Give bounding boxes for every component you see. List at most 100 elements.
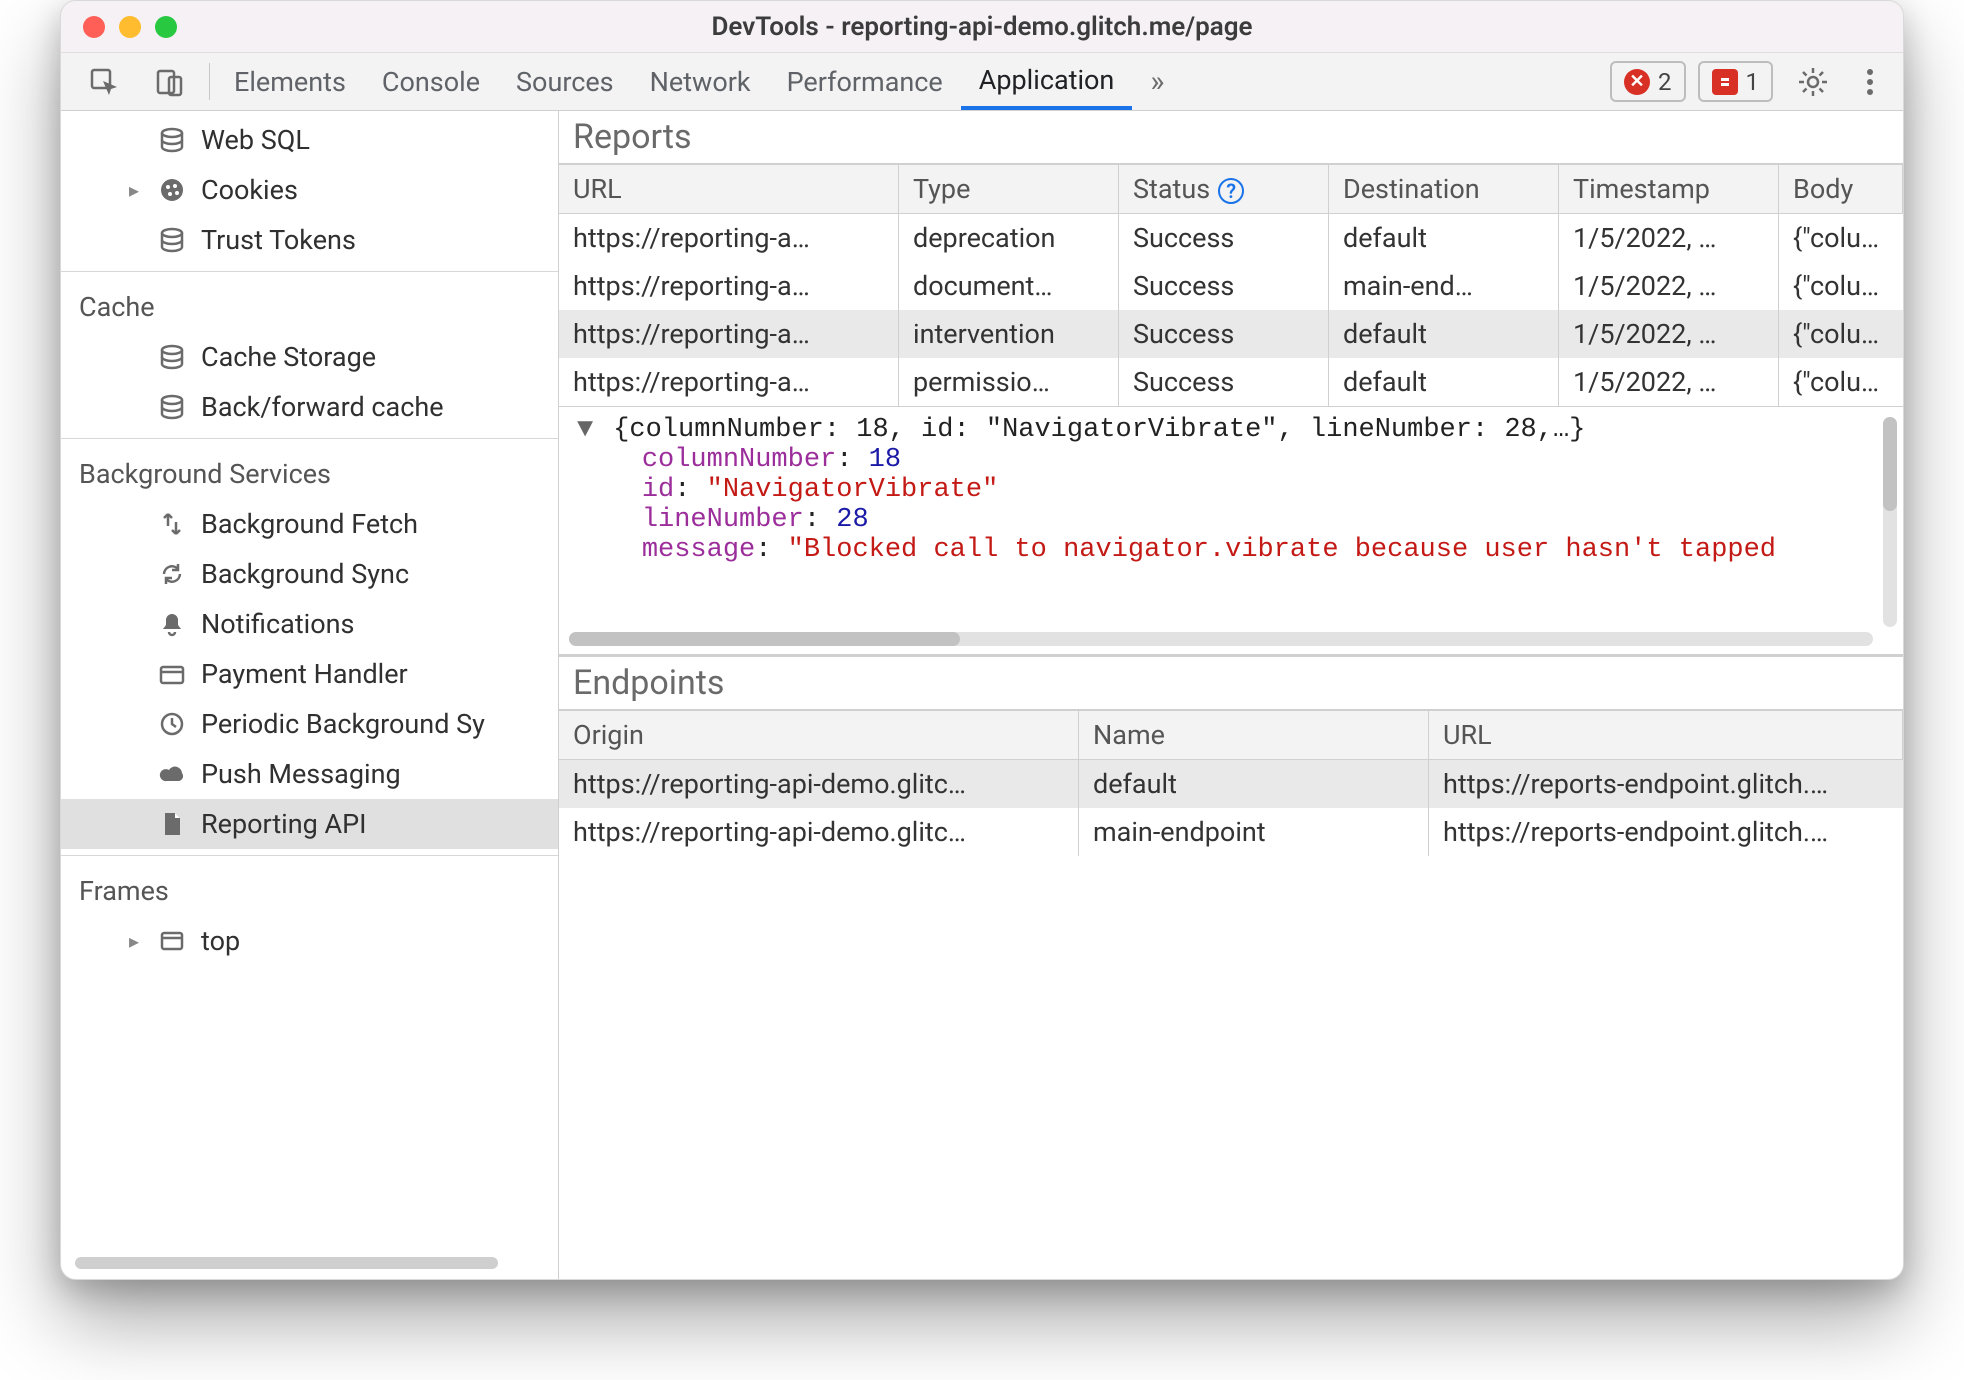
reports-cell-ts: 1/5/2022, … xyxy=(1559,310,1779,358)
endpoints-panel: Endpoints OriginNameURL https://reporting… xyxy=(559,656,1903,1279)
sidebar-item-trust-tokens[interactable]: Trust Tokens xyxy=(61,215,558,265)
preview-val: 28 xyxy=(836,505,868,535)
endpoints-cell-origin: https://reporting-api-demo.glitc… xyxy=(559,760,1079,808)
reports-cell-url: https://reporting-a… xyxy=(559,358,899,406)
help-icon[interactable]: ? xyxy=(1218,178,1244,204)
tab-performance[interactable]: Performance xyxy=(769,53,961,110)
sidebar-section: Frames xyxy=(61,866,558,916)
reports-cell-status: Success xyxy=(1119,214,1329,262)
sync-icon xyxy=(157,560,187,588)
tab-sources[interactable]: Sources xyxy=(498,53,632,110)
reports-cell-dest: main-end… xyxy=(1329,262,1559,310)
kebab-menu-icon[interactable] xyxy=(1847,53,1893,110)
reports-cell-ts: 1/5/2022, … xyxy=(1559,358,1779,406)
inspect-element-icon[interactable] xyxy=(71,53,137,110)
endpoints-col-header[interactable]: Name xyxy=(1079,710,1429,760)
endpoints-cell-name: default xyxy=(1079,760,1429,808)
preview-key: message xyxy=(642,535,755,565)
reports-cell-type: permissio… xyxy=(899,358,1119,406)
reports-cell-ts: 1/5/2022, … xyxy=(1559,262,1779,310)
sidebar-item-cache-storage[interactable]: Cache Storage xyxy=(61,332,558,382)
sidebar-item-push-messaging[interactable]: Push Messaging xyxy=(61,749,558,799)
bell-icon xyxy=(157,610,187,638)
endpoints-title: Endpoints xyxy=(559,656,1903,710)
application-sidebar: Web SQL▸CookiesTrust TokensCacheCache St… xyxy=(61,111,559,1279)
window-zoom-button[interactable] xyxy=(155,16,177,38)
preview-summary: {columnNumber: 18, id: "NavigatorVibrate… xyxy=(613,415,1585,445)
preview-horizontal-scrollbar[interactable] xyxy=(569,632,1873,646)
cloud-icon xyxy=(157,760,187,788)
reports-cell-type: intervention xyxy=(899,310,1119,358)
errors-badge[interactable]: ✕ 2 xyxy=(1610,61,1686,102)
sidebar-item-label: Push Messaging xyxy=(201,758,401,790)
sidebar-item-label: Payment Handler xyxy=(201,658,408,690)
frame-icon xyxy=(157,927,187,955)
issue-icon xyxy=(1712,69,1738,95)
sidebar-item-reporting-api[interactable]: Reporting API xyxy=(61,799,558,849)
more-tabs-button[interactable]: » xyxy=(1132,53,1182,110)
doc-icon xyxy=(157,810,187,838)
tab-elements[interactable]: Elements xyxy=(216,53,364,110)
reports-col-header[interactable]: Type xyxy=(899,164,1119,214)
endpoints-table: OriginNameURL https://reporting-api-demo.… xyxy=(559,710,1903,856)
sidebar-item-background-fetch[interactable]: Background Fetch xyxy=(61,499,558,549)
reports-cell-dest: default xyxy=(1329,310,1559,358)
sidebar-item-payment-handler[interactable]: Payment Handler xyxy=(61,649,558,699)
errors-count: 2 xyxy=(1658,68,1672,96)
db-icon xyxy=(157,393,187,421)
reports-cell-url: https://reporting-a… xyxy=(559,310,899,358)
preview-key: lineNumber xyxy=(642,505,804,535)
sidebar-item-web-sql[interactable]: Web SQL xyxy=(61,115,558,165)
device-toolbar-icon[interactable] xyxy=(137,53,203,110)
endpoints-col-header[interactable]: URL xyxy=(1429,710,1903,760)
settings-gear-icon[interactable] xyxy=(1779,53,1847,110)
reports-col-header[interactable]: Timestamp xyxy=(1559,164,1779,214)
preview-val: "NavigatorVibrate" xyxy=(707,475,999,505)
preview-vertical-scrollbar[interactable] xyxy=(1883,417,1897,627)
issues-badge[interactable]: 1 xyxy=(1698,61,1774,102)
sidebar-item-label: Web SQL xyxy=(201,124,310,156)
reports-cell-type: deprecation xyxy=(899,214,1119,262)
reports-cell-body: {"column… xyxy=(1779,262,1903,310)
reports-col-header[interactable]: URL xyxy=(559,164,899,214)
window-close-button[interactable] xyxy=(83,16,105,38)
report-body-preview[interactable]: ▼ {columnNumber: 18, id: "NavigatorVibra… xyxy=(559,406,1903,654)
reports-panel: Reports URLTypeStatus?DestinationTimesta… xyxy=(559,111,1903,656)
sidebar-item-background-sync[interactable]: Background Sync xyxy=(61,549,558,599)
reports-col-header[interactable]: Status? xyxy=(1119,164,1329,214)
preview-key: id xyxy=(642,475,674,505)
window-minimize-button[interactable] xyxy=(119,16,141,38)
sidebar-scrollbar[interactable] xyxy=(75,1257,498,1269)
endpoints-col-header[interactable]: Origin xyxy=(559,710,1079,760)
reports-col-header[interactable]: Body xyxy=(1779,164,1903,214)
sidebar-item-label: Reporting API xyxy=(201,808,366,840)
preview-key: columnNumber xyxy=(642,445,836,475)
sidebar-item-top[interactable]: ▸top xyxy=(61,916,558,966)
sidebar-item-back-forward-cache[interactable]: Back/forward cache xyxy=(61,382,558,432)
reports-cell-body: {"column… xyxy=(1779,358,1903,406)
sidebar-item-cookies[interactable]: ▸Cookies xyxy=(61,165,558,215)
reports-cell-ts: 1/5/2022, … xyxy=(1559,214,1779,262)
tab-network[interactable]: Network xyxy=(632,53,769,110)
sidebar-item-periodic-background-sy[interactable]: Periodic Background Sy xyxy=(61,699,558,749)
sidebar-item-notifications[interactable]: Notifications xyxy=(61,599,558,649)
chevron-right-icon: ▸ xyxy=(125,178,143,202)
reports-cell-type: document… xyxy=(899,262,1119,310)
endpoints-cell-name: main-endpoint xyxy=(1079,808,1429,856)
chevron-right-icon: ▸ xyxy=(125,929,143,953)
reports-table: URLTypeStatus?DestinationTimestampBody ht… xyxy=(559,164,1903,406)
db-icon xyxy=(157,226,187,254)
devtools-window: DevTools - reporting-api-demo.glitch.me/… xyxy=(60,0,1904,1280)
reports-title: Reports xyxy=(559,111,1903,164)
clock-icon xyxy=(157,710,187,738)
reports-col-header[interactable]: Destination xyxy=(1329,164,1559,214)
reports-cell-url: https://reporting-a… xyxy=(559,214,899,262)
tab-application[interactable]: Application xyxy=(961,53,1133,110)
db-icon xyxy=(157,126,187,154)
reports-cell-status: Success xyxy=(1119,262,1329,310)
sidebar-item-label: Notifications xyxy=(201,608,354,640)
sidebar-item-label: Background Fetch xyxy=(201,508,418,540)
preview-val: 18 xyxy=(869,445,901,475)
main-pane: Reports URLTypeStatus?DestinationTimesta… xyxy=(559,111,1903,1279)
tab-console[interactable]: Console xyxy=(364,53,498,110)
